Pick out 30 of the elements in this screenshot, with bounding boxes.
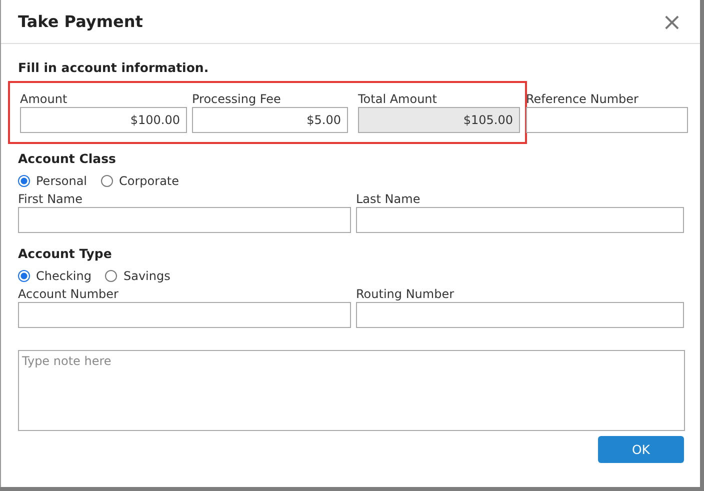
input-field[interactable]: $100.00 — [20, 107, 187, 133]
section-heading: Account Type — [18, 246, 113, 261]
input-field[interactable] — [356, 302, 684, 328]
radio-icon[interactable] — [18, 270, 30, 282]
ok-button[interactable]: OK — [598, 436, 684, 463]
section-heading: Account Class — [18, 151, 117, 166]
radio-option[interactable]: Checking — [18, 269, 92, 283]
instruction-text: Fill in account information. — [18, 60, 210, 75]
field-label: Reference Number — [526, 92, 640, 107]
field-label: Amount — [20, 92, 68, 107]
radio-option[interactable]: Personal — [18, 174, 88, 188]
radio-option[interactable]: Savings — [105, 269, 170, 283]
radio-option[interactable]: Corporate — [101, 174, 180, 188]
input-field[interactable] — [526, 107, 688, 133]
field-label: Account Number — [18, 287, 120, 302]
input-field[interactable] — [356, 207, 684, 233]
input-field[interactable]: $5.00 — [192, 107, 348, 133]
radio-icon[interactable] — [105, 270, 118, 282]
field-label: Routing Number — [356, 287, 456, 302]
dialog-title: Take Payment — [18, 12, 143, 31]
close-button[interactable]: × — [658, 10, 686, 34]
radio-icon[interactable] — [101, 175, 114, 187]
field-label: Total Amount — [358, 92, 438, 107]
note-field[interactable]: Type note here — [18, 350, 685, 431]
field-label: First Name — [18, 192, 84, 207]
input-field[interactable] — [18, 207, 351, 233]
input-field[interactable] — [18, 302, 351, 328]
radio-icon[interactable] — [18, 175, 30, 187]
field-label: Last Name — [356, 192, 422, 207]
field-label: Processing Fee — [192, 92, 282, 107]
